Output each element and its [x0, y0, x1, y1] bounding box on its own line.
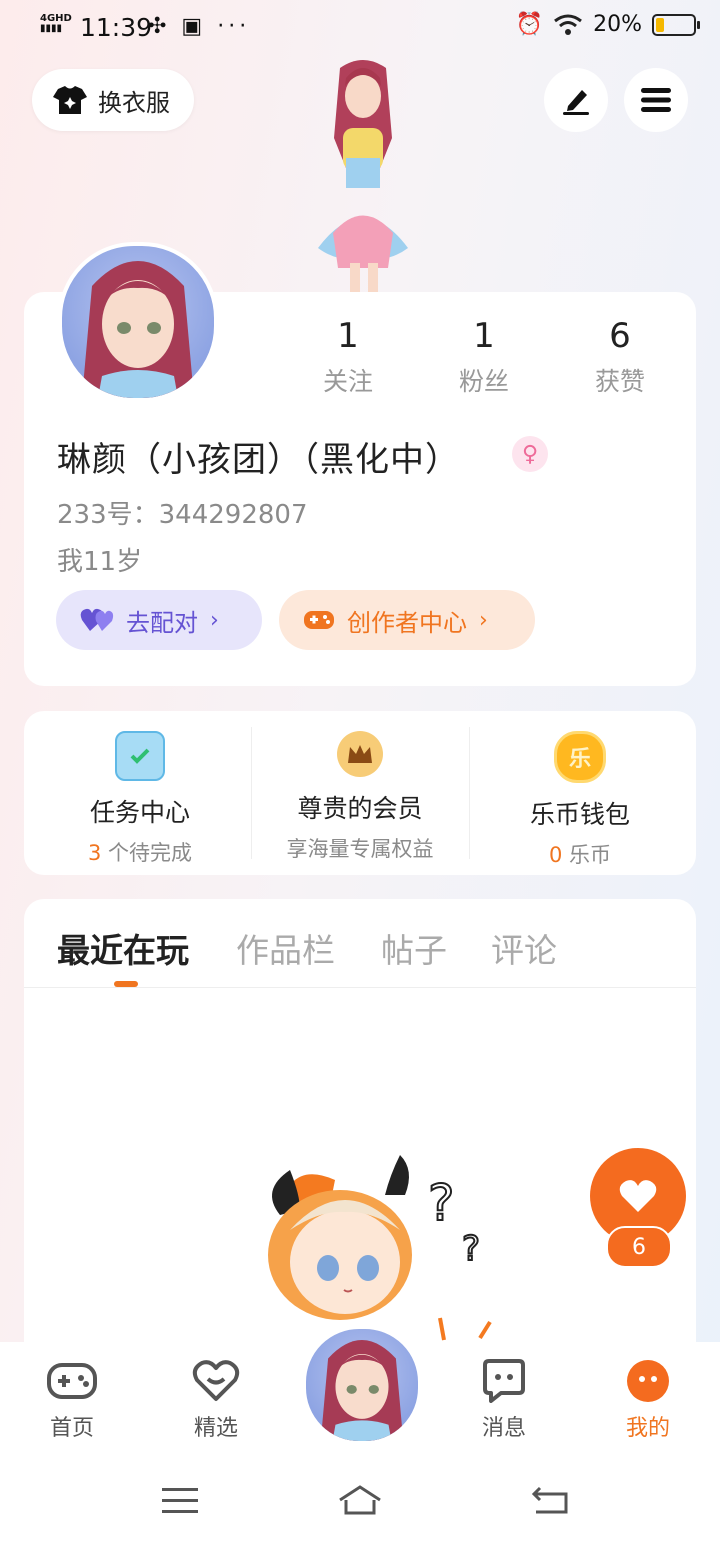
nav-featured[interactable]: 精选 — [161, 1358, 271, 1442]
stat-fans-value: 1 — [473, 316, 495, 356]
username: 琳颜（小孩团）（黑化中） — [57, 440, 460, 480]
nav-messages[interactable]: 消息 — [449, 1358, 559, 1442]
tab-works[interactable]: 作品栏 — [236, 924, 335, 972]
change-outfit-button[interactable]: 换衣服 — [32, 69, 194, 131]
nav-me[interactable]: 我的 — [593, 1358, 703, 1442]
coin-unit: 乐币 — [562, 843, 612, 867]
stat-following[interactable]: 1 关注 — [288, 316, 408, 398]
like-count: 6 — [606, 1226, 672, 1268]
nav-featured-label: 精选 — [193, 1416, 238, 1441]
wallet-title: 乐币钱包 — [529, 800, 630, 829]
nav-home[interactable]: 首页 — [17, 1358, 127, 1442]
user-id[interactable]: 233号：344292807 — [57, 494, 308, 531]
nav-avatar[interactable] — [303, 1326, 421, 1444]
signal-icon: 4GHD ▮▮▮▮ — [40, 13, 72, 34]
tab-recently-played[interactable]: 最近在玩 — [57, 924, 189, 972]
coin-wallet[interactable]: 乐 乐币钱包 0 乐币 — [468, 711, 692, 875]
gamepad-icon — [304, 611, 334, 629]
services-card: 任务中心 3 个待完成 尊贵的会员 享海量专属权益 乐 乐币钱包 0 乐币 — [24, 711, 696, 875]
female-icon: ♀ — [512, 436, 548, 472]
alarm-icon: ⏰ — [515, 12, 544, 37]
task-count: 3 — [87, 841, 102, 865]
wallet-sub: 0 乐币 — [468, 839, 692, 869]
status-bar: 4GHD ▮▮▮▮ 11:39 ✣ ▣ ··· ⏰ 20% — [0, 0, 720, 56]
outfit-icon — [53, 86, 87, 114]
hearts-icon — [80, 608, 114, 631]
user-avatar[interactable] — [58, 242, 218, 402]
chat-icon — [478, 1358, 530, 1404]
stat-likes[interactable]: 6 获赞 — [560, 316, 680, 398]
battery-percent: 20% — [593, 12, 642, 37]
clipboard-icon — [115, 731, 165, 781]
vip-membership[interactable]: 尊贵的会员 享海量专属权益 — [248, 711, 472, 875]
task-center-title: 任务中心 — [89, 798, 190, 827]
nav-home-label: 首页 — [49, 1416, 94, 1441]
avatar-portrait — [320, 1340, 404, 1441]
nav-messages-label: 消息 — [481, 1416, 526, 1441]
menu-icon — [641, 88, 671, 112]
svg-text:?: ? — [428, 1174, 455, 1232]
chevron-right-icon: › — [210, 607, 219, 633]
heart-outline-icon — [190, 1358, 242, 1404]
nav-me-label: 我的 — [625, 1416, 670, 1441]
system-menu-icon[interactable] — [162, 1486, 198, 1516]
pen-icon — [563, 90, 589, 115]
avatar-3d-figure[interactable] — [288, 58, 438, 298]
crown-icon — [337, 731, 383, 777]
edit-button[interactable] — [544, 68, 608, 132]
tab-comments[interactable]: 评论 — [491, 924, 557, 972]
task-sub-text: 个待完成 — [101, 841, 193, 865]
stat-likes-value: 6 — [609, 316, 631, 356]
svg-text:?: ? — [462, 1229, 480, 1269]
creator-center-button[interactable]: 创作者中心 › — [279, 590, 535, 650]
profile-face-icon — [622, 1358, 674, 1404]
heart-icon — [619, 1180, 657, 1212]
notification-icons: ✣ ▣ ··· — [148, 14, 251, 39]
change-outfit-label: 换衣服 — [98, 88, 170, 117]
stat-following-label: 关注 — [322, 367, 373, 396]
menu-button[interactable] — [624, 68, 688, 132]
stat-following-value: 1 — [337, 316, 359, 356]
gamepad-icon — [46, 1358, 98, 1404]
coin-icon: 乐 — [554, 731, 606, 783]
task-center-sub: 3 个待完成 — [28, 837, 252, 867]
system-back-icon[interactable] — [530, 1486, 570, 1516]
match-button[interactable]: 去配对 › — [56, 590, 262, 650]
vip-sub: 享海量专属权益 — [286, 837, 434, 861]
battery-icon — [652, 13, 700, 36]
stat-fans[interactable]: 1 粉丝 — [424, 316, 544, 398]
status-right: ⏰ 20% — [515, 12, 700, 37]
divider — [24, 987, 696, 988]
system-home-icon[interactable] — [336, 1484, 384, 1516]
match-label: 去配对 — [126, 608, 198, 637]
avatar-portrait — [82, 261, 194, 398]
creator-label: 创作者中心 — [347, 608, 467, 637]
chevron-right-icon: › — [479, 607, 488, 633]
stat-likes-label: 获赞 — [594, 367, 645, 396]
wifi-icon — [554, 14, 583, 35]
tab-posts[interactable]: 帖子 — [381, 924, 447, 972]
user-bio: 我11岁 — [57, 547, 143, 577]
empty-state-mascot: ? ? — [268, 1155, 492, 1341]
vip-title: 尊贵的会员 — [297, 794, 423, 823]
task-center[interactable]: 任务中心 3 个待完成 — [28, 711, 252, 875]
stat-fans-label: 粉丝 — [458, 367, 509, 396]
coin-count: 0 — [548, 843, 563, 867]
status-time: 11:39 — [80, 13, 153, 42]
